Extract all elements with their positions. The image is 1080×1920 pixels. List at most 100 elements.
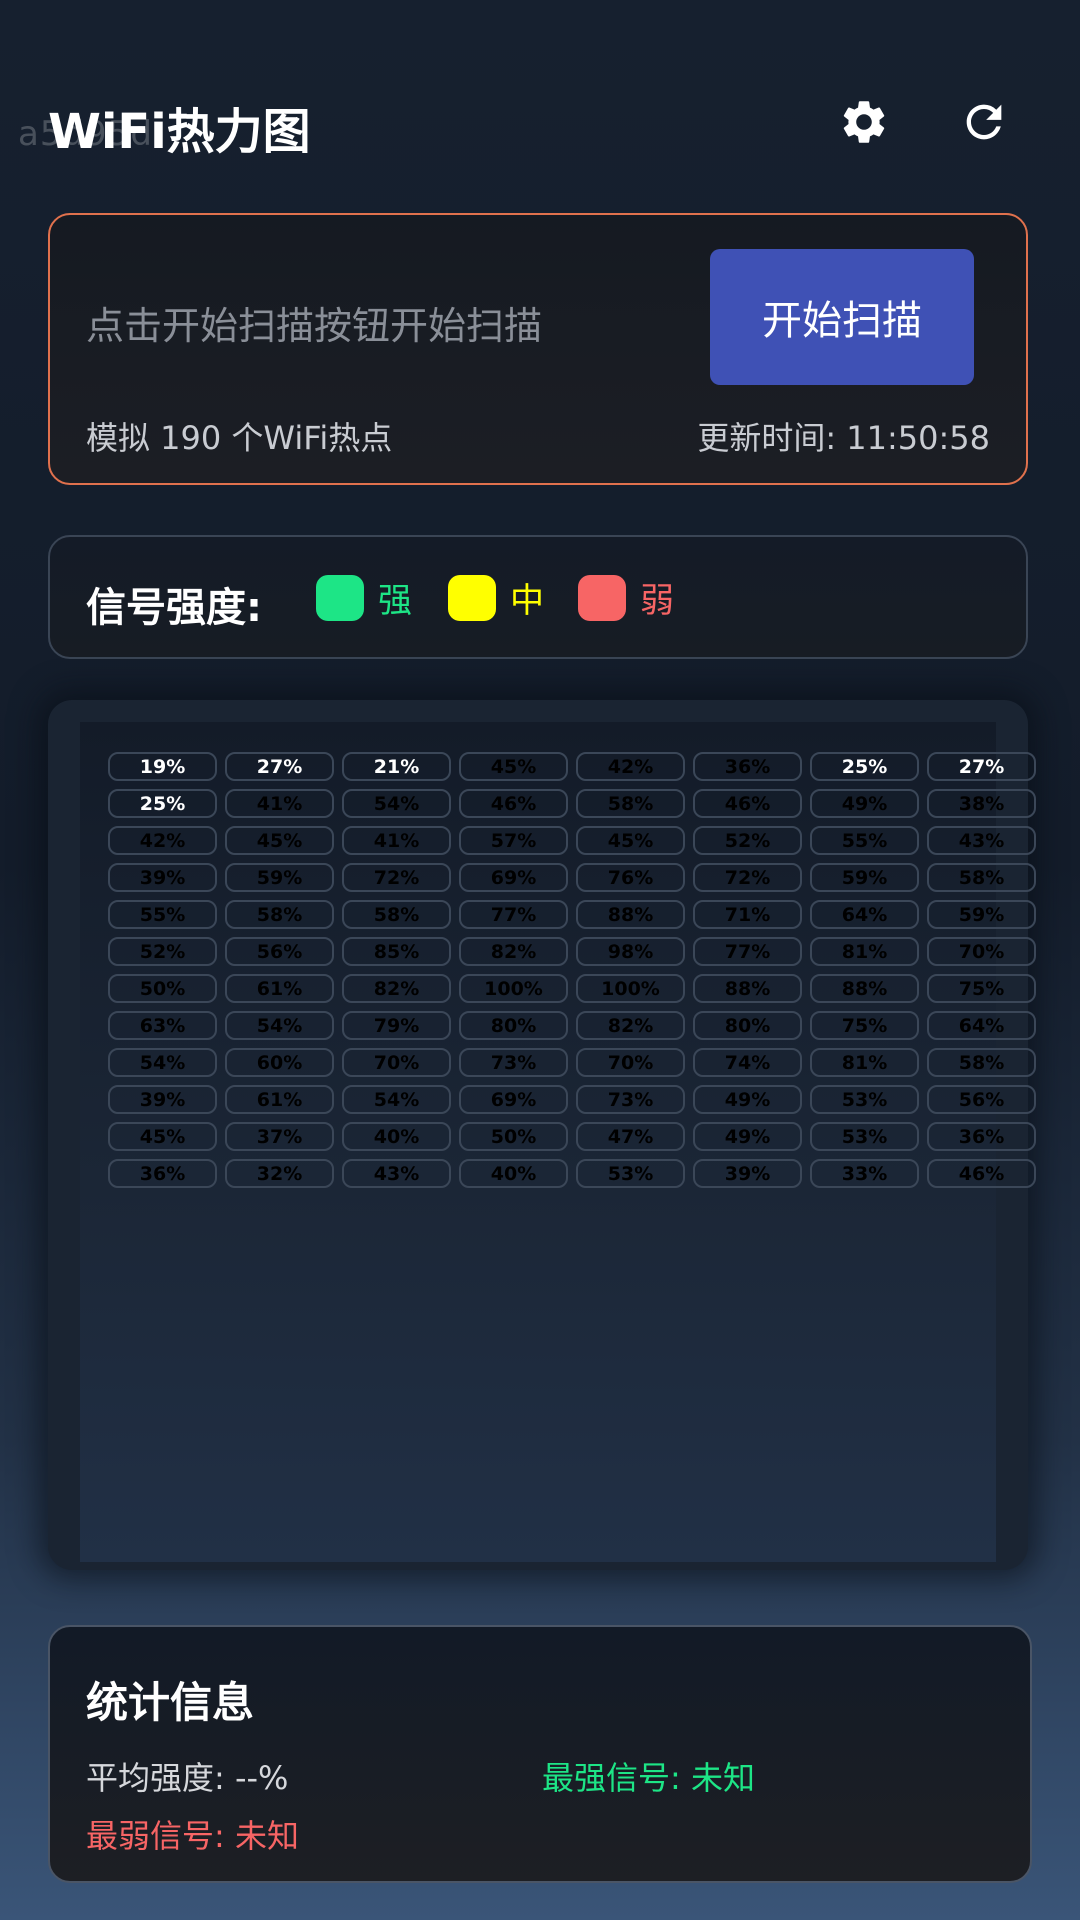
- heatmap-cell[interactable]: 36%: [693, 752, 802, 781]
- heatmap-cell[interactable]: 70%: [576, 1048, 685, 1077]
- heatmap-cell[interactable]: 64%: [927, 1011, 1036, 1040]
- heatmap-cell[interactable]: 72%: [693, 863, 802, 892]
- heatmap-cell[interactable]: 45%: [576, 826, 685, 855]
- heatmap-cell[interactable]: 43%: [342, 1159, 451, 1188]
- heatmap-cell[interactable]: 76%: [576, 863, 685, 892]
- heatmap-cell[interactable]: 58%: [927, 863, 1036, 892]
- heatmap-cell[interactable]: 39%: [108, 863, 217, 892]
- heatmap-cell[interactable]: 55%: [810, 826, 919, 855]
- heatmap-cell[interactable]: 57%: [459, 826, 568, 855]
- heatmap-cell[interactable]: 82%: [459, 937, 568, 966]
- heatmap-cell[interactable]: 32%: [225, 1159, 334, 1188]
- heatmap-cell[interactable]: 70%: [927, 937, 1036, 966]
- heatmap-cell[interactable]: 46%: [927, 1159, 1036, 1188]
- heatmap-cell[interactable]: 41%: [225, 789, 334, 818]
- heatmap-cell[interactable]: 74%: [693, 1048, 802, 1077]
- heatmap-cell[interactable]: 58%: [342, 900, 451, 929]
- heatmap-cell[interactable]: 50%: [459, 1122, 568, 1151]
- heatmap-cell[interactable]: 25%: [108, 789, 217, 818]
- heatmap-cell[interactable]: 70%: [342, 1048, 451, 1077]
- heatmap-cell[interactable]: 54%: [342, 1085, 451, 1114]
- heatmap-cell[interactable]: 19%: [108, 752, 217, 781]
- heatmap-cell[interactable]: 60%: [225, 1048, 334, 1077]
- heatmap-cell[interactable]: 72%: [342, 863, 451, 892]
- heatmap-cell[interactable]: 58%: [576, 789, 685, 818]
- heatmap-cell[interactable]: 41%: [342, 826, 451, 855]
- heatmap-cell[interactable]: 42%: [576, 752, 685, 781]
- legend-medium-label: 中: [510, 581, 544, 621]
- heatmap-cell[interactable]: 49%: [693, 1122, 802, 1151]
- heatmap-cell[interactable]: 36%: [108, 1159, 217, 1188]
- heatmap-cell[interactable]: 73%: [576, 1085, 685, 1114]
- heatmap-cell[interactable]: 46%: [693, 789, 802, 818]
- heatmap-cell[interactable]: 58%: [927, 1048, 1036, 1077]
- heatmap-cell[interactable]: 53%: [810, 1085, 919, 1114]
- heatmap-cell[interactable]: 77%: [693, 937, 802, 966]
- heatmap-cell[interactable]: 39%: [108, 1085, 217, 1114]
- heatmap-cell[interactable]: 88%: [576, 900, 685, 929]
- heatmap-cell[interactable]: 75%: [927, 974, 1036, 1003]
- start-scan-button[interactable]: 开始扫描: [710, 249, 974, 385]
- heatmap-cell[interactable]: 56%: [927, 1085, 1036, 1114]
- heatmap-cell[interactable]: 71%: [693, 900, 802, 929]
- heatmap-cell[interactable]: 53%: [576, 1159, 685, 1188]
- heatmap-cell[interactable]: 39%: [693, 1159, 802, 1188]
- settings-button[interactable]: [834, 92, 894, 152]
- heatmap-cell[interactable]: 36%: [927, 1122, 1036, 1151]
- heatmap-cell[interactable]: 61%: [225, 1085, 334, 1114]
- heatmap-cell[interactable]: 88%: [693, 974, 802, 1003]
- heatmap-cell[interactable]: 55%: [108, 900, 217, 929]
- heatmap-cell[interactable]: 40%: [459, 1159, 568, 1188]
- heatmap-cell[interactable]: 56%: [225, 937, 334, 966]
- heatmap-cell[interactable]: 82%: [576, 1011, 685, 1040]
- heatmap-cell[interactable]: 45%: [225, 826, 334, 855]
- heatmap-cell[interactable]: 81%: [810, 937, 919, 966]
- heatmap-cell[interactable]: 27%: [927, 752, 1036, 781]
- heatmap-cell[interactable]: 52%: [693, 826, 802, 855]
- heatmap-cell[interactable]: 85%: [342, 937, 451, 966]
- heatmap-cell[interactable]: 100%: [459, 974, 568, 1003]
- heatmap-cell[interactable]: 49%: [810, 789, 919, 818]
- heatmap-cell[interactable]: 81%: [810, 1048, 919, 1077]
- heatmap-cell[interactable]: 38%: [927, 789, 1036, 818]
- heatmap-cell[interactable]: 98%: [576, 937, 685, 966]
- heatmap-cell[interactable]: 25%: [810, 752, 919, 781]
- heatmap-cell[interactable]: 53%: [810, 1122, 919, 1151]
- heatmap-cell[interactable]: 52%: [108, 937, 217, 966]
- heatmap-cell[interactable]: 40%: [342, 1122, 451, 1151]
- heatmap-cell[interactable]: 42%: [108, 826, 217, 855]
- heatmap-cell[interactable]: 63%: [108, 1011, 217, 1040]
- heatmap-cell[interactable]: 73%: [459, 1048, 568, 1077]
- heatmap-cell[interactable]: 54%: [108, 1048, 217, 1077]
- heatmap-cell[interactable]: 43%: [927, 826, 1036, 855]
- heatmap-cell[interactable]: 45%: [108, 1122, 217, 1151]
- heatmap-cell[interactable]: 59%: [927, 900, 1036, 929]
- heatmap-cell[interactable]: 79%: [342, 1011, 451, 1040]
- heatmap-cell[interactable]: 82%: [342, 974, 451, 1003]
- heatmap-cell[interactable]: 100%: [576, 974, 685, 1003]
- heatmap-cell[interactable]: 88%: [810, 974, 919, 1003]
- heatmap-cell[interactable]: 59%: [810, 863, 919, 892]
- heatmap-cell[interactable]: 46%: [459, 789, 568, 818]
- heatmap-cell[interactable]: 80%: [459, 1011, 568, 1040]
- refresh-button[interactable]: [954, 92, 1014, 152]
- heatmap-cell[interactable]: 54%: [342, 789, 451, 818]
- heatmap-cell[interactable]: 33%: [810, 1159, 919, 1188]
- heatmap-cell[interactable]: 69%: [459, 863, 568, 892]
- heatmap-cell[interactable]: 58%: [225, 900, 334, 929]
- heatmap-cell[interactable]: 27%: [225, 752, 334, 781]
- heatmap-cell[interactable]: 69%: [459, 1085, 568, 1114]
- heatmap-cell[interactable]: 80%: [693, 1011, 802, 1040]
- heatmap-cell[interactable]: 75%: [810, 1011, 919, 1040]
- heatmap-cell[interactable]: 64%: [810, 900, 919, 929]
- heatmap-cell[interactable]: 21%: [342, 752, 451, 781]
- heatmap-cell[interactable]: 61%: [225, 974, 334, 1003]
- heatmap-cell[interactable]: 49%: [693, 1085, 802, 1114]
- heatmap-cell[interactable]: 47%: [576, 1122, 685, 1151]
- heatmap-cell[interactable]: 54%: [225, 1011, 334, 1040]
- heatmap-cell[interactable]: 50%: [108, 974, 217, 1003]
- heatmap-cell[interactable]: 59%: [225, 863, 334, 892]
- heatmap-cell[interactable]: 77%: [459, 900, 568, 929]
- heatmap-cell[interactable]: 37%: [225, 1122, 334, 1151]
- heatmap-cell[interactable]: 45%: [459, 752, 568, 781]
